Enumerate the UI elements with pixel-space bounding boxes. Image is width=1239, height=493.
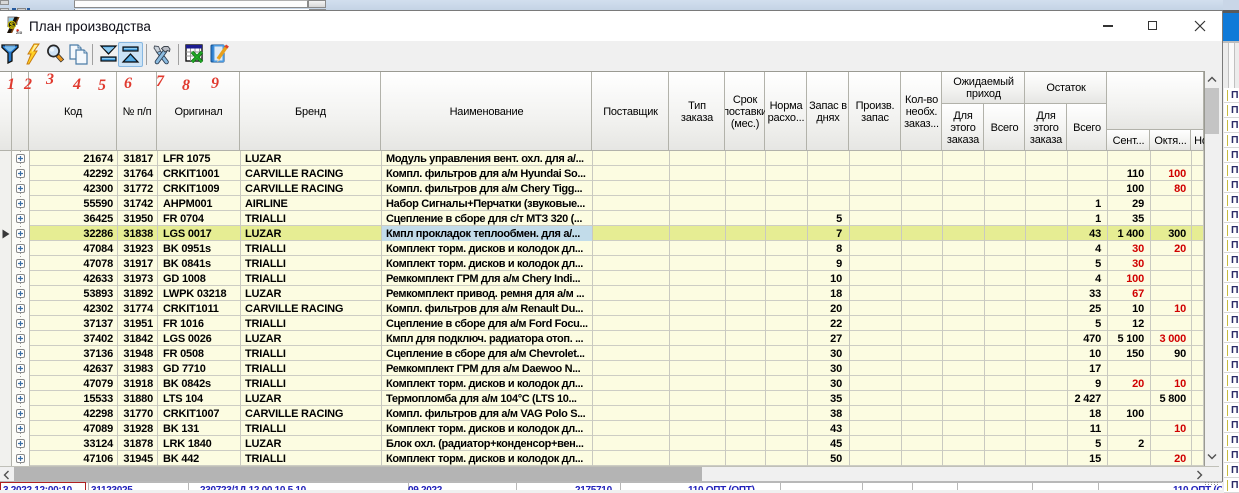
svg-text:zip: zip <box>16 30 23 34</box>
svg-text:$: $ <box>10 22 14 29</box>
